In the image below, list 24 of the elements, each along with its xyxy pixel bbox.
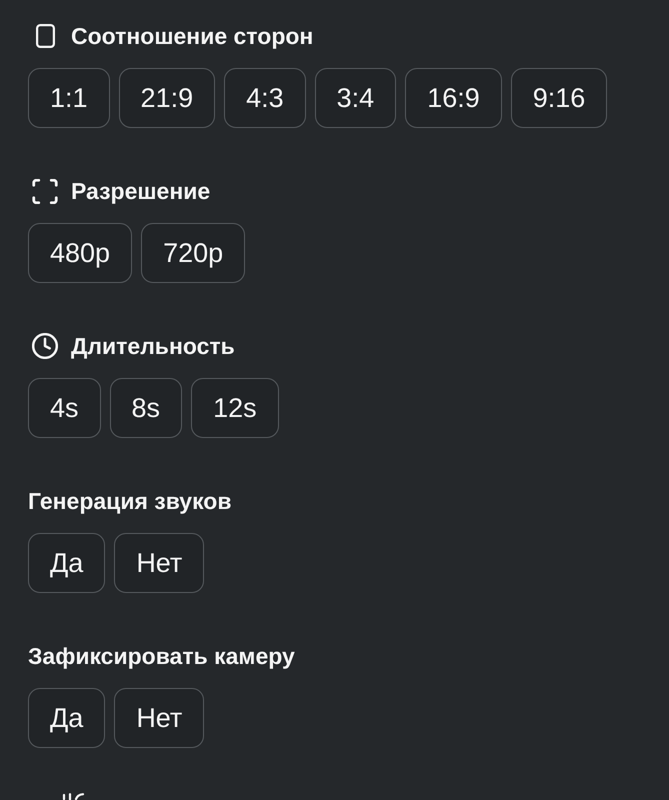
- cut-off-icon: [61, 793, 85, 800]
- option-button[interactable]: Нет: [114, 533, 204, 593]
- rectangle-icon: [36, 24, 54, 48]
- section-title: Соотношение сторон: [71, 22, 314, 50]
- section-title: Зафиксировать камеру: [28, 642, 295, 670]
- option-button[interactable]: 21:9: [118, 68, 216, 128]
- section-title: Длительность: [71, 332, 235, 360]
- option-button[interactable]: 480p: [28, 223, 132, 283]
- section-title: Разрешение: [71, 177, 210, 205]
- option-button[interactable]: 4s: [28, 378, 101, 438]
- option-button[interactable]: Да: [28, 533, 106, 593]
- option-button[interactable]: 3:4: [314, 68, 396, 128]
- option-button[interactable]: Нет: [114, 688, 204, 748]
- option-button[interactable]: 720p: [141, 223, 246, 283]
- clock-icon: [32, 333, 58, 359]
- section-title: Генерация звуков: [28, 487, 232, 515]
- option-button[interactable]: Да: [28, 688, 106, 748]
- option-button[interactable]: 4:3: [224, 68, 306, 128]
- option-button[interactable]: 1:1: [28, 68, 110, 128]
- option-button[interactable]: 16:9: [405, 68, 502, 128]
- option-button[interactable]: 8s: [110, 378, 182, 438]
- option-button[interactable]: 9:16: [510, 68, 608, 128]
- option-button[interactable]: 12s: [191, 378, 279, 438]
- scan-icon: [32, 178, 58, 204]
